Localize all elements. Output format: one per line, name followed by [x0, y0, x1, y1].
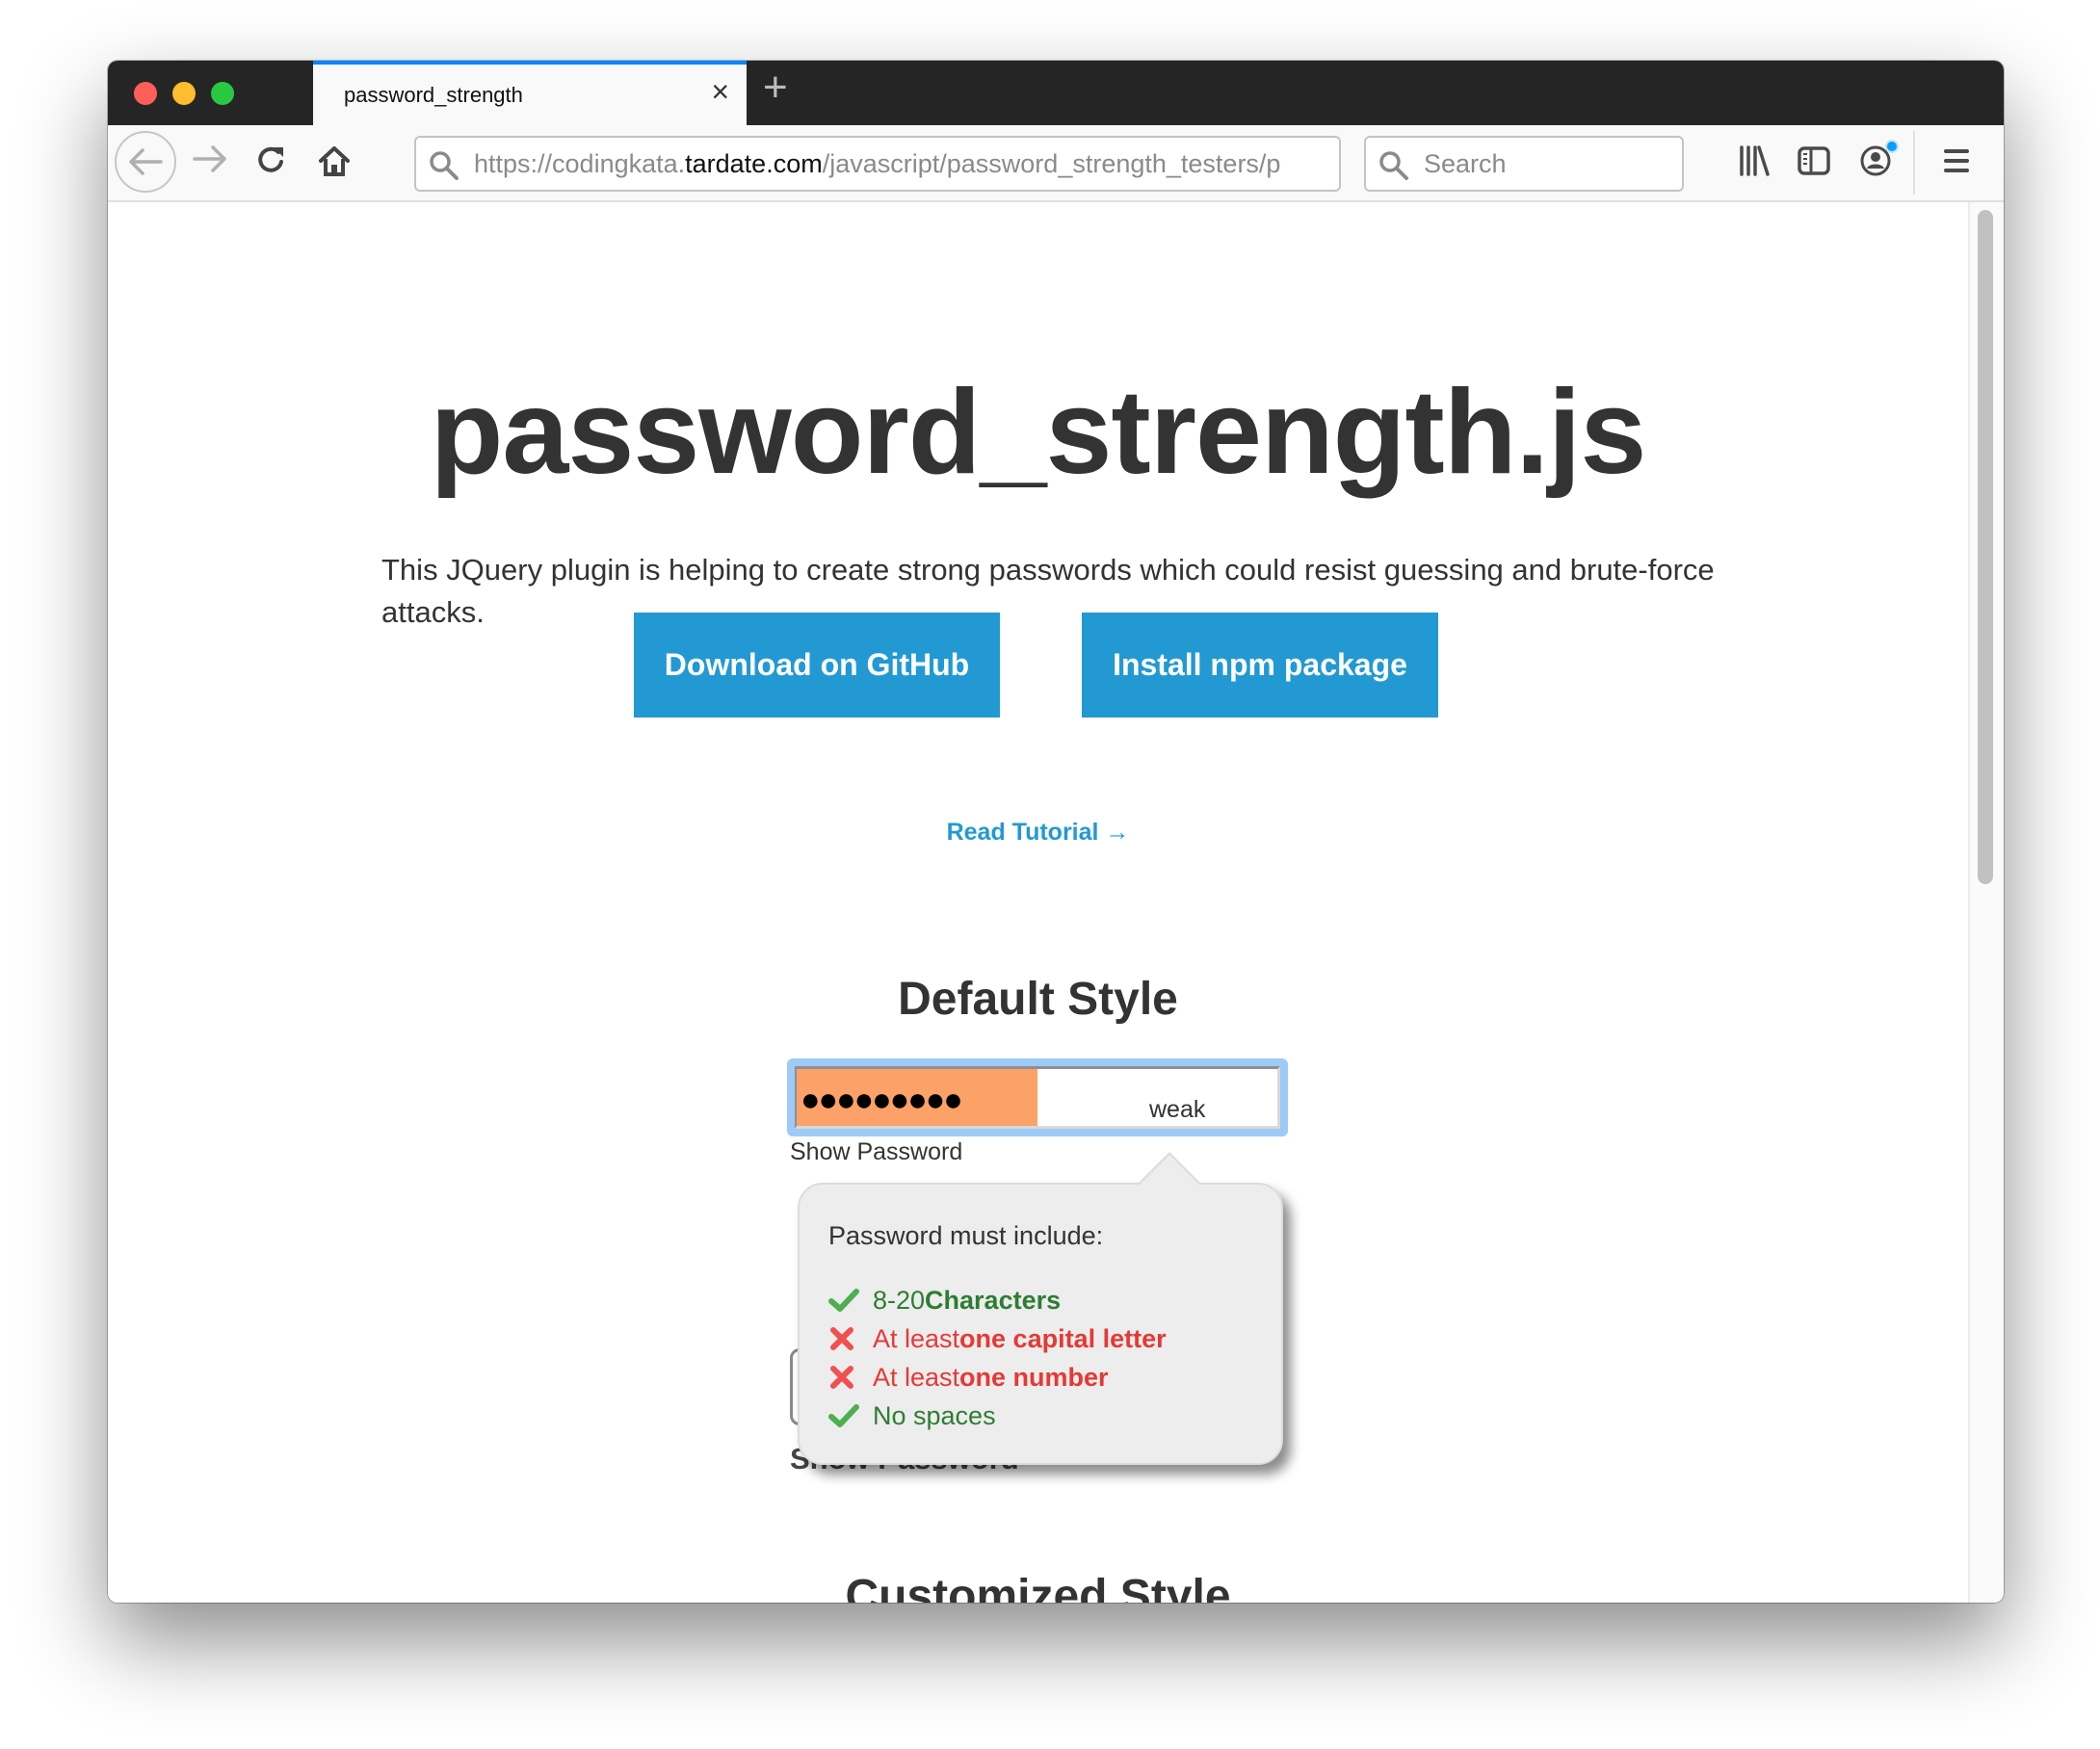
url-domain: tardate.com	[685, 149, 823, 178]
nav-toolbar: https://codingkata.tardate.com/javascrip…	[108, 125, 2004, 202]
popover-arrow	[1138, 1152, 1201, 1185]
requirement-text-bold: one number	[959, 1362, 1109, 1392]
install-npm-button[interactable]: Install npm package	[1082, 613, 1438, 718]
back-icon	[129, 148, 163, 175]
close-window-button[interactable]	[134, 82, 157, 105]
requirement-text: 8-20	[873, 1285, 926, 1315]
download-github-button[interactable]: Download on GitHub	[634, 613, 1000, 718]
search-placeholder: Search	[1424, 149, 1507, 178]
search-icon	[430, 151, 459, 180]
home-icon	[319, 146, 350, 176]
maximize-window-button[interactable]	[211, 82, 234, 105]
url-bar[interactable]: https://codingkata.tardate.com/javascrip…	[414, 136, 1341, 192]
requirement-item: At least one capital letter	[828, 1319, 1167, 1358]
scrollbar-thumb[interactable]	[1978, 210, 1993, 884]
password-input[interactable]: ●●●●●●●●● weak	[795, 1066, 1280, 1129]
strength-label: weak	[1149, 1096, 1206, 1123]
search-bar[interactable]: Search	[1364, 136, 1684, 192]
menu-icon[interactable]	[1942, 144, 1971, 177]
forward-icon	[193, 145, 226, 172]
password-requirements-popover: Password must include: 8-20 Characters A…	[798, 1152, 1283, 1465]
requirement-item: At least one number	[828, 1358, 1167, 1397]
page-title: password_strength.js	[430, 366, 1647, 499]
new-tab-button[interactable]: +	[763, 66, 788, 109]
customized-style-heading: Customized Style	[845, 1571, 1231, 1603]
password-mask: ●●●●●●●●●	[801, 1082, 963, 1118]
requirement-text-bold: one capital letter	[959, 1323, 1167, 1353]
default-style-heading: Default Style	[898, 974, 1178, 1025]
requirement-item: No spaces	[828, 1397, 1167, 1435]
forward-button[interactable]	[193, 144, 227, 173]
account-icon[interactable]	[1859, 139, 1900, 179]
home-button[interactable]	[318, 144, 351, 177]
url-prefix: https://codingkata.	[474, 149, 686, 178]
tab-close-icon[interactable]: ×	[711, 76, 729, 107]
password-input-focus-ring: ●●●●●●●●● weak	[787, 1058, 1288, 1136]
cross-icon	[828, 1325, 873, 1352]
tab-bar: password_strength × +	[108, 61, 2004, 125]
tab-password-strength[interactable]: password_strength ×	[313, 61, 747, 125]
requirement-item: 8-20 Characters	[828, 1281, 1167, 1319]
reload-button[interactable]	[255, 144, 288, 177]
check-icon	[828, 1402, 873, 1429]
show-password-toggle[interactable]: Show Password	[790, 1138, 962, 1166]
requirement-text: At least	[873, 1323, 960, 1353]
read-tutorial-link[interactable]: Read Tutorial →	[108, 819, 1968, 847]
page-content: password_strength.js This JQuery plugin …	[108, 202, 1968, 1603]
reload-icon	[258, 146, 283, 172]
minimize-window-button[interactable]	[172, 82, 196, 105]
url-path: /javascript/password_strength_testers/p	[822, 149, 1281, 178]
requirement-text: At least	[873, 1362, 960, 1392]
intro-paragraph: This JQuery plugin is helping to create …	[381, 553, 1715, 629]
requirement-text: No spaces	[873, 1400, 996, 1430]
tab-title: password_strength	[344, 83, 523, 107]
requirement-text-bold: Characters	[925, 1285, 1062, 1315]
back-button[interactable]	[115, 131, 176, 193]
cross-icon	[828, 1364, 873, 1391]
popover-title: Password must include:	[828, 1221, 1104, 1250]
requirements-list: 8-20 Characters At least one capital let…	[828, 1281, 1167, 1435]
search-icon	[1379, 151, 1408, 180]
url-text: https://codingkata.tardate.com/javascrip…	[474, 149, 1280, 179]
toolbar-separator	[1913, 131, 1915, 195]
vertical-scrollbar[interactable]	[1968, 202, 2004, 1603]
browser-window: password_strength × + https://codingkata…	[108, 61, 2004, 1603]
library-icon[interactable]	[1738, 144, 1771, 177]
sidebar-icon[interactable]	[1798, 144, 1830, 177]
check-icon	[828, 1287, 873, 1314]
